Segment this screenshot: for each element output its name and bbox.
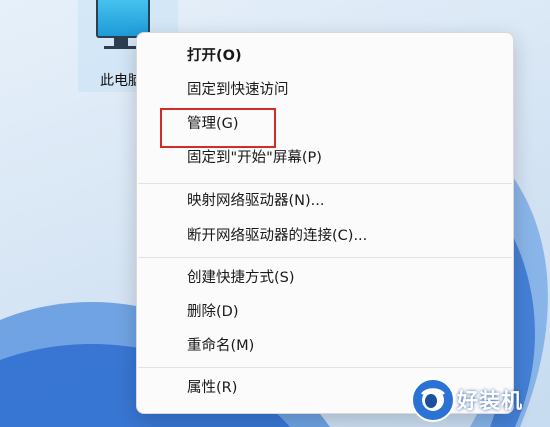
watermark-logo: 好装机	[411, 374, 543, 424]
menu-item-open[interactable]: 打开(O)	[187, 47, 242, 65]
monitor-stand	[114, 38, 128, 46]
menu-separator	[138, 183, 512, 184]
menu-item-create-shortcut[interactable]: 创建快捷方式(S)	[187, 269, 295, 287]
watermark-circle-icon	[411, 378, 455, 422]
menu-separator	[138, 367, 512, 368]
menu-item-pin-quick-access[interactable]: 固定到快速访问	[187, 81, 289, 99]
context-menu: 打开(O) 固定到快速访问 管理(G) 固定到"开始"屏幕(P) 映射网络驱动器…	[136, 32, 514, 414]
menu-item-delete[interactable]: 删除(D)	[187, 303, 238, 321]
menu-separator	[138, 257, 512, 258]
highlight-box-manage	[160, 108, 276, 148]
menu-item-rename[interactable]: 重命名(M)	[187, 337, 254, 355]
menu-item-map-network-drive[interactable]: 映射网络驱动器(N)...	[187, 192, 325, 210]
menu-item-properties[interactable]: 属性(R)	[187, 379, 237, 397]
menu-item-pin-start[interactable]: 固定到"开始"屏幕(P)	[187, 149, 322, 167]
monitor-base	[104, 46, 138, 49]
menu-item-disconnect-network-drive[interactable]: 断开网络驱动器的连接(C)...	[187, 227, 367, 245]
this-pc-label: 此电脑	[100, 73, 140, 89]
watermark-text: 好装机	[457, 389, 523, 413]
